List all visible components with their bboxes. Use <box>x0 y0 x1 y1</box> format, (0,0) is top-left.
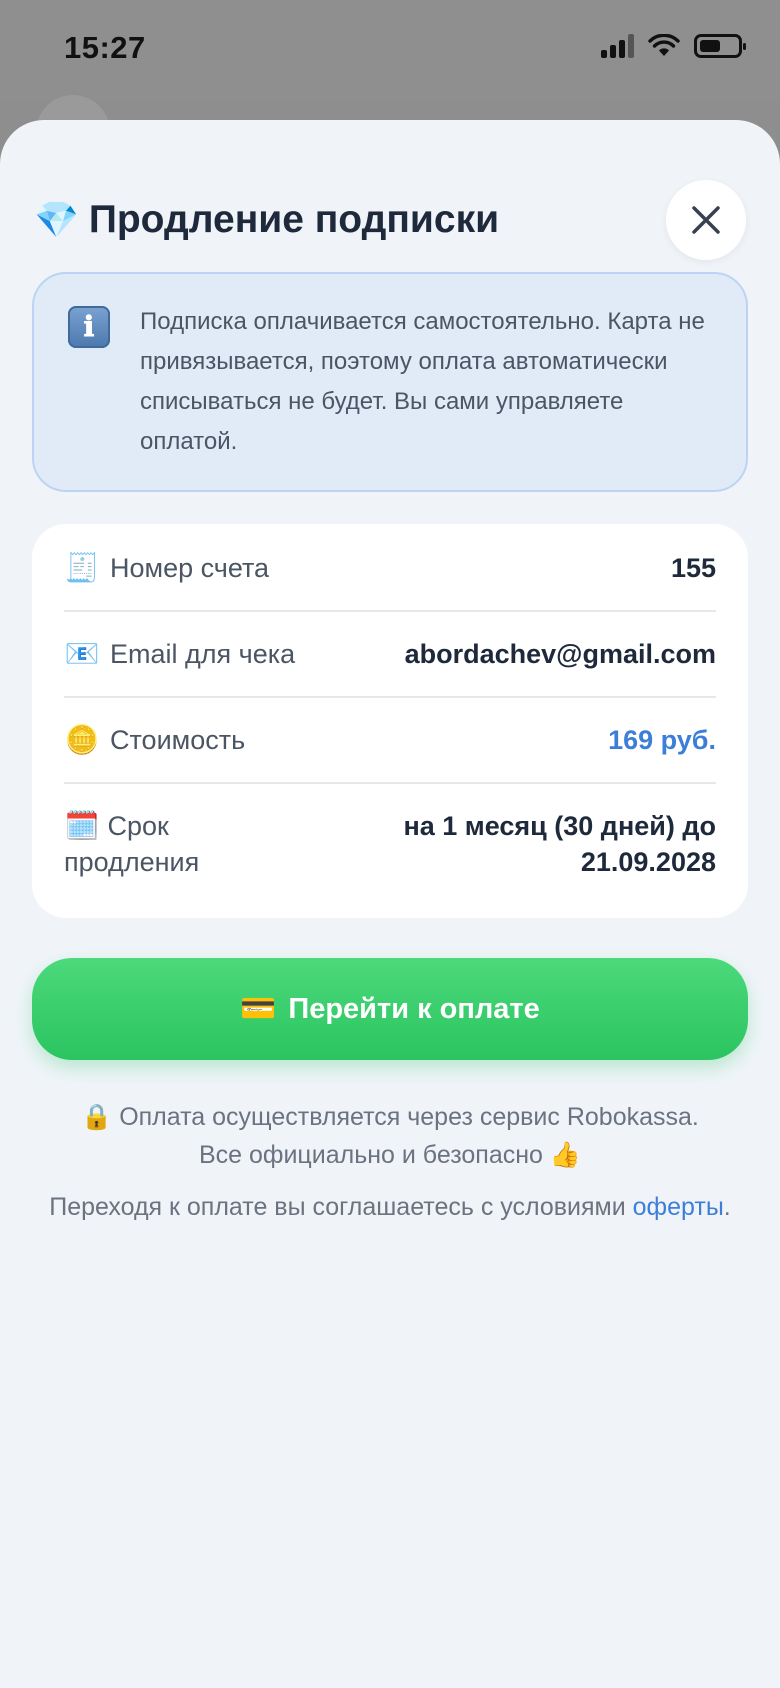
security-note: 🔒 Оплата осуществляется через сервис Rob… <box>40 1098 740 1174</box>
detail-label: Номер счета <box>110 553 270 583</box>
invoice-number: 155 <box>670 553 716 583</box>
period-value: на 1 месяц (30 дней) до 21.09.2028 <box>403 811 716 877</box>
detail-label: Стоимость <box>110 725 246 755</box>
battery-icon <box>694 34 746 58</box>
status-bar: 15:27 <box>0 0 780 100</box>
cellular-signal-icon <box>601 34 634 58</box>
sheet-header: 💎 Продление подписки <box>34 180 746 264</box>
price-value: 169 руб. <box>608 725 716 755</box>
offer-link[interactable]: оферты <box>633 1193 724 1221</box>
terms-text: Переходя к оплате вы соглашаетесь с усло… <box>49 1193 626 1221</box>
go-to-payment-button[interactable]: 💳 Перейти к оплате <box>32 958 748 1060</box>
secure-line-1: Оплата осуществляется через сервис Robok… <box>119 1103 699 1131</box>
thumbs-up-icon: 👍 <box>549 1141 582 1169</box>
credit-card-icon: 💳 <box>240 993 277 1025</box>
payment-sheet: 💎 Продление подписки ℹ Подписка оплачива… <box>0 120 780 1688</box>
diamond-icon: 💎 <box>34 199 79 240</box>
detail-row-price: 🪙 Стоимость 169 руб. <box>64 714 716 784</box>
page-title: 💎 Продление подписки <box>34 198 499 242</box>
info-icon: ℹ <box>68 306 110 348</box>
calendar-icon: 🗓️ <box>64 810 100 841</box>
detail-row-period: 🗓️ Срок продления на 1 месяц (30 дней) д… <box>64 800 716 900</box>
email-icon: 📧 <box>64 638 100 669</box>
payment-details-card: 🧾 Номер счета 155 📧 Email для чека abord… <box>32 524 748 918</box>
secure-line-2: Все официально и безопасно <box>198 1141 543 1169</box>
receipt-icon: 🧾 <box>64 552 100 583</box>
status-time: 15:27 <box>64 30 146 65</box>
detail-row-invoice: 🧾 Номер счета 155 <box>64 550 716 612</box>
info-notice: ℹ Подписка оплачивается самостоятельно. … <box>32 272 748 492</box>
info-text: Подписка оплачивается самостоятельно. Ка… <box>140 308 705 455</box>
receipt-email: abordachev@gmail.com <box>404 639 716 669</box>
title-text: Продление подписки <box>88 198 500 241</box>
wifi-icon <box>648 34 680 56</box>
coin-icon: 🪙 <box>64 724 100 755</box>
terms-end: . <box>723 1193 731 1221</box>
terms-note: Переходя к оплате вы соглашаетесь с усло… <box>40 1188 740 1226</box>
pay-button-label: Перейти к оплате <box>288 992 540 1025</box>
status-icons <box>601 34 746 58</box>
close-icon <box>692 206 720 234</box>
detail-row-email: 📧 Email для чека abordachev@gmail.com <box>64 628 716 698</box>
detail-label: Email для чека <box>110 639 296 669</box>
lock-icon: 🔒 <box>81 1103 113 1131</box>
close-button[interactable] <box>666 180 746 260</box>
